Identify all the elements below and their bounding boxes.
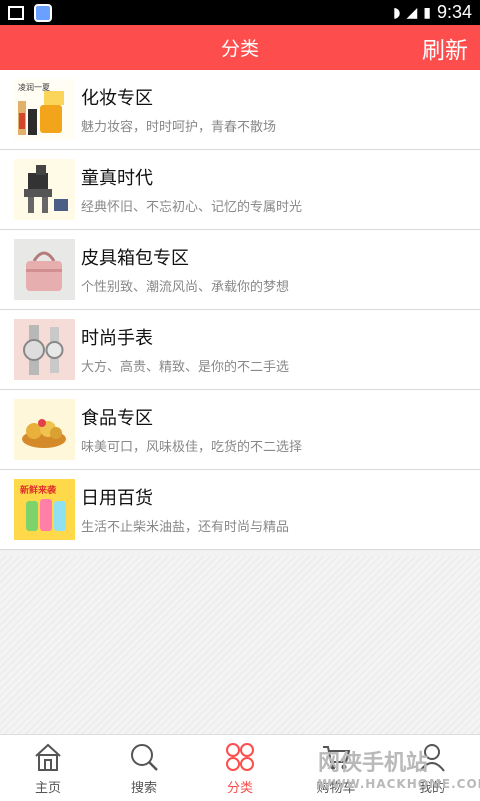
category-item-daily-goods[interactable]: 新鲜来袭 日用百货 生活不止柴米油盐，还有时尚与精品 xyxy=(0,470,480,550)
category-subtitle: 经典怀旧、不忘初心、记忆的专属时光 xyxy=(81,200,303,215)
category-item-watches[interactable]: 时尚手表 大方、高贵、精致、是你的不二手选 xyxy=(0,310,480,390)
search-icon xyxy=(131,743,158,771)
tab-cart[interactable]: 购物车 xyxy=(288,735,384,801)
tab-label: 主页 xyxy=(34,780,61,796)
tab-label: 搜索 xyxy=(130,780,157,796)
thumbnail-caption: 凌润一夏 xyxy=(18,83,50,92)
category-list: 凌润一夏 化妆专区 魅力妆容，时时呵护，青春不散场 童真时代 经典怀旧、不忘初心… xyxy=(0,70,480,550)
category-item-bags[interactable]: 皮具箱包专区 个性别致、潮流风尚、承载你的梦想 xyxy=(0,230,480,310)
user-icon xyxy=(419,743,445,772)
header-bar: 分类 刷新 xyxy=(0,25,480,70)
tab-search[interactable]: 搜索 xyxy=(96,735,192,801)
category-subtitle: 魅力妆容，时时呵护，青春不散场 xyxy=(81,120,277,135)
category-item-food[interactable]: 食品专区 味美可口，风味极佳，吃货的不二选择 xyxy=(0,390,480,470)
thumbnail-caption: 新鲜来袭 xyxy=(20,486,57,496)
clock: 9:34 xyxy=(436,2,472,22)
category-title: 童真时代 xyxy=(81,168,153,189)
category-subtitle: 大方、高贵、精致、是你的不二手选 xyxy=(81,360,290,375)
app-notification-icon xyxy=(34,3,52,22)
category-subtitle: 个性别致、潮流风尚、承载你的梦想 xyxy=(81,280,290,295)
cosmetics-thumbnail: 凌润一夏 xyxy=(14,79,75,140)
category-subtitle: 生活不止柴米油盐，还有时尚与精品 xyxy=(81,520,290,535)
tab-label: 购物车 xyxy=(316,780,356,796)
status-bar: ◗ ◢ ▮ 9:34 xyxy=(0,0,480,25)
bottom-tab-bar: 主页 搜索 分类 购物车 我的 xyxy=(0,734,480,801)
refresh-button[interactable]: 刷新 xyxy=(422,25,468,70)
category-item-toys[interactable]: 童真时代 经典怀旧、不忘初心、记忆的专属时光 xyxy=(0,150,480,230)
tab-label: 分类 xyxy=(226,780,253,796)
signal-icon: ◢ xyxy=(406,4,418,21)
empty-area xyxy=(0,556,480,734)
handbag-thumbnail xyxy=(14,239,75,300)
juicer-thumbnail: 新鲜来袭 xyxy=(14,479,75,540)
tab-home[interactable]: 主页 xyxy=(0,735,96,801)
category-subtitle: 味美可口，风味极佳，吃货的不二选择 xyxy=(81,440,303,455)
food-thumbnail xyxy=(14,399,75,460)
category-item-cosmetics[interactable]: 凌润一夏 化妆专区 魅力妆容，时时呵护，青春不散场 xyxy=(0,70,480,150)
wifi-icon: ◗ xyxy=(393,4,401,21)
category-title: 时尚手表 xyxy=(81,328,153,349)
category-title: 化妆专区 xyxy=(81,88,153,109)
image-notification-icon xyxy=(8,5,24,20)
page-title: 分类 xyxy=(220,38,259,60)
category-title: 食品专区 xyxy=(81,408,153,429)
category-icon xyxy=(226,742,254,771)
toy-thumbnail xyxy=(14,159,75,220)
battery-icon: ▮ xyxy=(423,4,431,21)
tab-category[interactable]: 分类 xyxy=(192,735,288,801)
tab-profile[interactable]: 我的 xyxy=(384,735,480,801)
category-title: 日用百货 xyxy=(81,488,153,509)
tab-label: 我的 xyxy=(418,780,445,796)
watch-thumbnail xyxy=(14,319,75,380)
category-title: 皮具箱包专区 xyxy=(81,248,189,269)
cart-icon xyxy=(323,745,351,769)
home-icon xyxy=(35,743,61,771)
